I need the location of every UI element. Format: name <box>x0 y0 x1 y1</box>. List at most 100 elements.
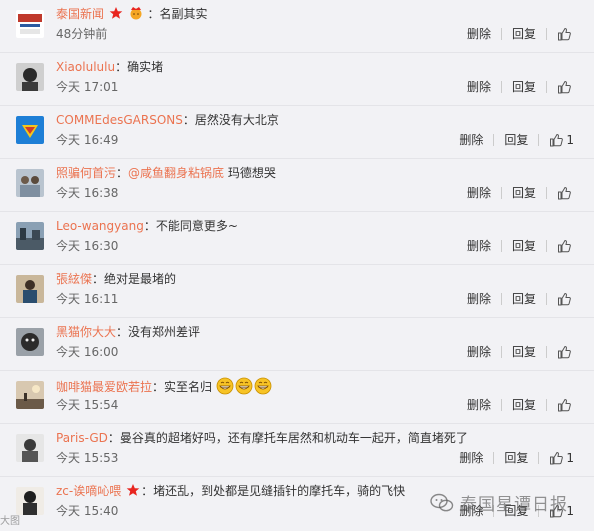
like-button[interactable] <box>547 80 574 94</box>
colon: ： <box>182 113 195 127</box>
watermark-text: 泰国星谭日报 <box>460 495 568 515</box>
commenter-name[interactable]: Paris-GD <box>56 431 108 445</box>
comment-time: 今天 16:11 <box>56 292 119 306</box>
comment-text: 名副其实 <box>159 7 208 21</box>
thumbs-up-icon <box>550 451 564 465</box>
comment-time: 今天 15:53 <box>56 451 119 465</box>
commenter-name[interactable]: 黑猫你大大 <box>56 325 116 339</box>
thumbs-up-icon <box>558 398 571 412</box>
like-button[interactable] <box>547 345 574 359</box>
crown-emoji-icon <box>130 7 142 20</box>
colon: ： <box>143 219 156 233</box>
comment-text: 曼谷真的超堵好吗，还有摩托车居然和机动车一起开，简直堵死了 <box>119 431 468 445</box>
avatar[interactable] <box>16 328 44 356</box>
comment-text: 堵还乱，到处都是见缝插针的摩托车，骑的飞快 <box>153 484 406 498</box>
comment-row: Paris-GD：曼谷真的超堵好吗，还有摩托车居然和机动车一起开，简直堵死了 今… <box>0 424 594 477</box>
delete-button[interactable]: 删除 <box>457 26 501 42</box>
reply-button[interactable]: 回复 <box>502 238 546 254</box>
comment-time: 48分钟前 <box>56 27 108 41</box>
comment-text: 绝对是最堵的 <box>104 272 177 286</box>
colon: ： <box>116 325 129 339</box>
delete-button[interactable]: 删除 <box>457 238 501 254</box>
avatar[interactable] <box>16 487 44 515</box>
comment-text: 居然没有大北京 <box>194 113 279 127</box>
colon: ： <box>116 166 129 180</box>
mention-link[interactable]: @咸鱼翻身粘锅底 <box>128 166 224 180</box>
thumbs-up-icon <box>558 80 571 94</box>
reply-button[interactable]: 回复 <box>494 450 538 466</box>
commenter-name[interactable]: 張絃傑 <box>56 272 92 286</box>
comment-row: Leo-wangyang：不能同意更多~ 今天 16:30 删除 回复 <box>0 212 594 265</box>
thumbs-up-icon <box>550 133 564 147</box>
red-star-icon <box>126 484 140 496</box>
avatar[interactable] <box>16 381 44 409</box>
delete-button[interactable]: 删除 <box>449 132 493 148</box>
avatar[interactable] <box>16 10 44 38</box>
colon: ： <box>107 431 120 445</box>
grin-emoji-icon <box>235 377 253 395</box>
commenter-name[interactable]: 泰国新闻 <box>56 7 104 21</box>
comment-text: 玛德想哭 <box>224 166 276 180</box>
comment-row: 黑猫你大大：没有郑州差评 今天 16:00 删除 回复 <box>0 318 594 371</box>
like-button[interactable]: 1 <box>539 451 574 465</box>
commenter-name[interactable]: 照骗何首污 <box>56 166 116 180</box>
commenter-name[interactable]: zc-诶嘀吣喂 <box>56 484 121 498</box>
colon: ： <box>141 484 154 498</box>
like-count: 1 <box>566 133 574 147</box>
avatar[interactable] <box>16 169 44 197</box>
like-button[interactable] <box>547 239 574 253</box>
red-star-icon <box>109 7 123 19</box>
avatar[interactable] <box>16 434 44 462</box>
like-button[interactable] <box>547 186 574 200</box>
thumbs-up-icon <box>558 345 571 359</box>
colon: ： <box>92 272 105 286</box>
thumbs-up-icon <box>558 292 571 306</box>
avatar[interactable] <box>16 222 44 250</box>
comment-time: 今天 16:38 <box>56 186 119 200</box>
delete-button[interactable]: 删除 <box>457 291 501 307</box>
comment-time: 今天 16:30 <box>56 239 119 253</box>
delete-button[interactable]: 删除 <box>457 397 501 413</box>
comment-time: 今天 16:00 <box>56 345 119 359</box>
comment-row: 泰国新闻 ：名副其实 48分钟前 删除 回复 <box>0 0 594 53</box>
watermark-left: 大图 <box>0 516 20 527</box>
reply-button[interactable]: 回复 <box>502 26 546 42</box>
commenter-name[interactable]: 咖啡猫最爱欧若拉 <box>56 380 152 394</box>
delete-button[interactable]: 删除 <box>457 79 501 95</box>
comment-time: 今天 16:49 <box>56 133 119 147</box>
comment-text: 不能同意更多~ <box>155 219 238 233</box>
commenter-name[interactable]: COMMEdesGARSONS <box>56 113 183 127</box>
reply-button[interactable]: 回复 <box>494 132 538 148</box>
comment-time: 今天 15:54 <box>56 398 119 412</box>
thumbs-up-icon <box>558 27 571 41</box>
comment-text: 确实堵 <box>127 60 164 74</box>
reply-button[interactable]: 回复 <box>502 397 546 413</box>
like-button[interactable] <box>547 27 574 41</box>
like-button[interactable] <box>547 398 574 412</box>
delete-button[interactable]: 删除 <box>457 185 501 201</box>
reply-button[interactable]: 回复 <box>502 79 546 95</box>
comment-time: 今天 15:40 <box>56 504 119 518</box>
watermark: 泰国星谭日报 <box>430 490 568 515</box>
like-button[interactable] <box>547 292 574 306</box>
delete-button[interactable]: 删除 <box>449 450 493 466</box>
reply-button[interactable]: 回复 <box>502 344 546 360</box>
avatar[interactable] <box>16 275 44 303</box>
like-button[interactable]: 1 <box>539 133 574 147</box>
comment-row: Xiaolululu：确实堵 今天 17:01 删除 回复 <box>0 53 594 106</box>
comment-row: 張絃傑：绝对是最堵的 今天 16:11 删除 回复 <box>0 265 594 318</box>
comment-text: 实至名归 <box>164 380 213 394</box>
commenter-name[interactable]: Leo-wangyang <box>56 219 144 233</box>
commenter-name[interactable]: Xiaolululu <box>56 60 115 74</box>
colon: ： <box>115 60 128 74</box>
grin-emoji-icon <box>216 377 234 395</box>
like-count: 1 <box>566 451 574 465</box>
comment-time: 今天 17:01 <box>56 80 119 94</box>
reply-button[interactable]: 回复 <box>502 185 546 201</box>
avatar[interactable] <box>16 63 44 91</box>
colon: ： <box>152 380 165 394</box>
avatar[interactable] <box>16 116 44 144</box>
reply-button[interactable]: 回复 <box>502 291 546 307</box>
delete-button[interactable]: 删除 <box>457 344 501 360</box>
grin-emoji-icon <box>254 377 272 395</box>
